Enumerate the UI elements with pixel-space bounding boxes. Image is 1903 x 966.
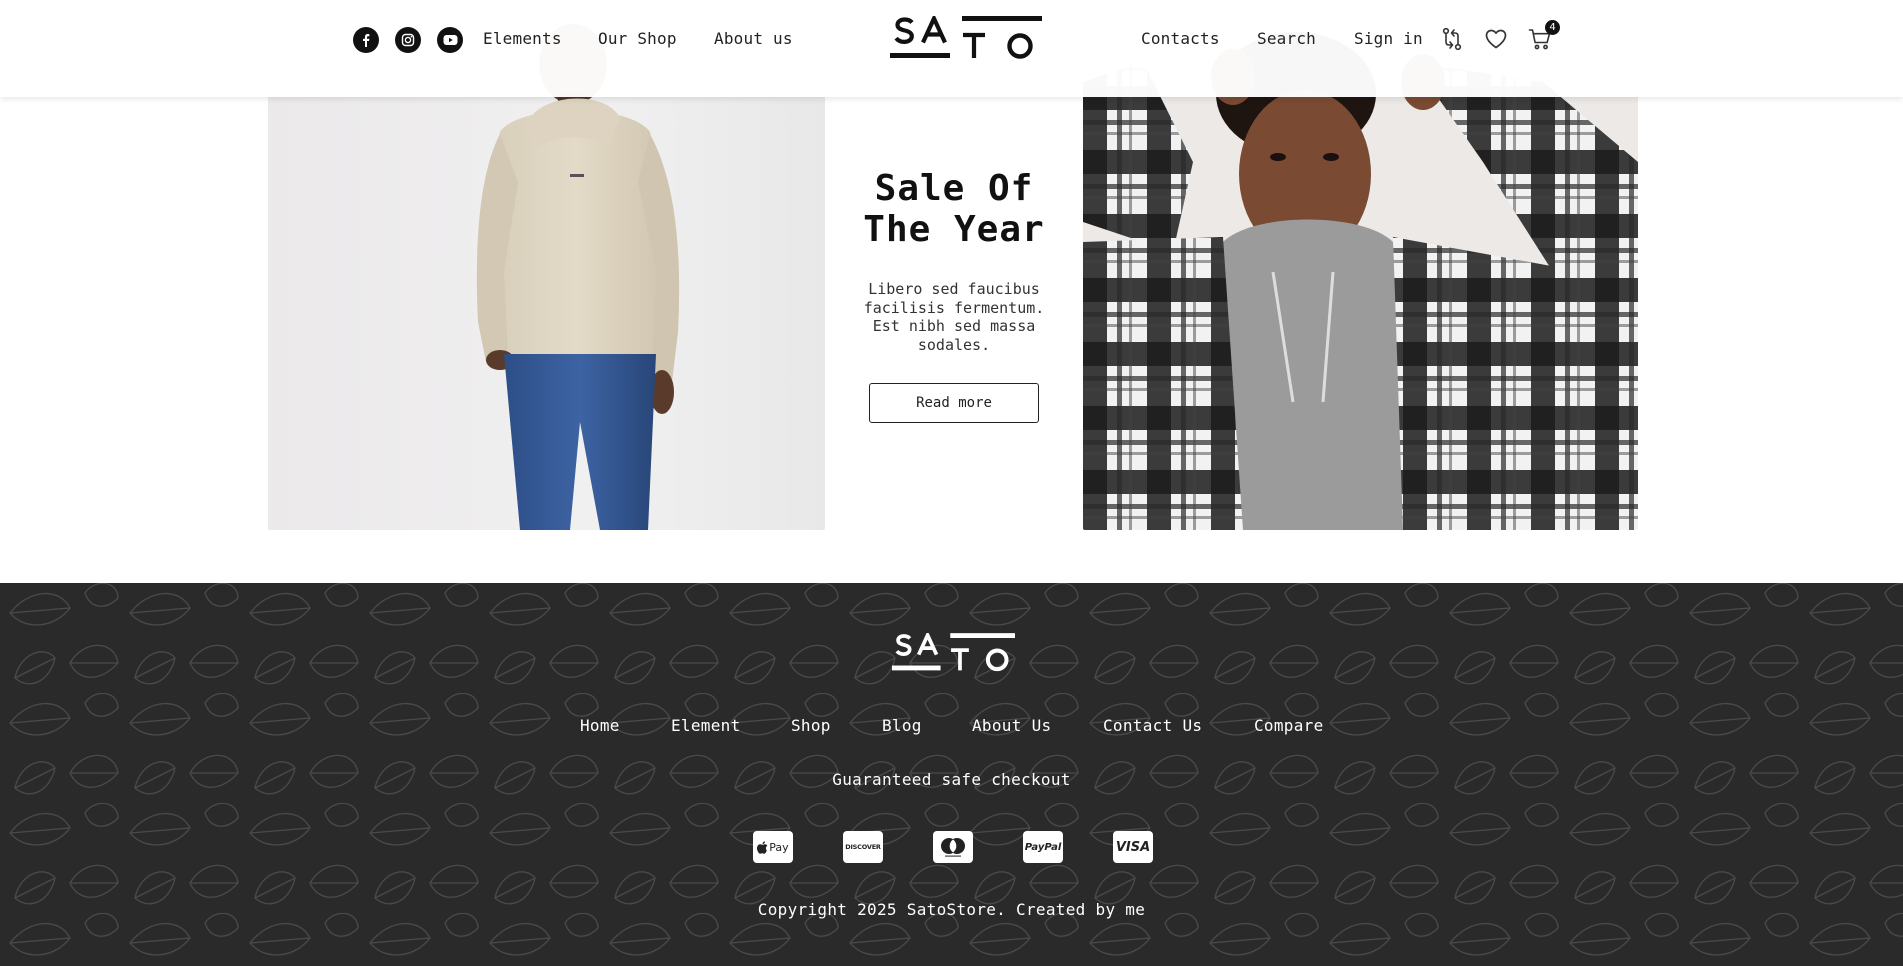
sale-title-line1: Sale Of <box>874 168 1034 209</box>
footer-logo[interactable] <box>892 630 1015 677</box>
sale-text-line1: Libero sed faucibus <box>868 280 1040 298</box>
apple-pay-icon: Pay <box>753 831 793 863</box>
footer-nav-shop[interactable]: Shop <box>791 716 831 735</box>
copyright-text: Copyright 2025 SatoStore. Created by me <box>757 900 1146 919</box>
visa-label: VISA <box>1115 839 1151 855</box>
footer-nav-compare[interactable]: Compare <box>1254 716 1324 735</box>
nav-elements[interactable]: Elements <box>483 29 562 48</box>
heart-icon[interactable] <box>1483 26 1509 52</box>
discover-label: DISCOVER <box>845 843 881 851</box>
footer-nav-blog[interactable]: Blog <box>882 716 922 735</box>
safe-checkout-label: Guaranteed safe checkout <box>832 770 1071 789</box>
read-more-button[interactable]: Read more <box>869 383 1039 423</box>
mastercard-icon <box>933 831 973 863</box>
nav-our-shop[interactable]: Our Shop <box>598 29 677 48</box>
nav-about-us[interactable]: About us <box>714 29 793 48</box>
sale-title: Sale Of The Year <box>826 168 1082 250</box>
footer-nav-element[interactable]: Element <box>671 716 741 735</box>
nav-sign-in[interactable]: Sign in <box>1354 29 1423 48</box>
sale-text-line4: sodales. <box>917 335 991 354</box>
nav-contacts[interactable]: Contacts <box>1141 29 1220 48</box>
sale-text-line3: Est nibh sed massa <box>872 317 1036 335</box>
sale-title-line2: The Year <box>863 209 1045 250</box>
discover-icon: DISCOVER <box>843 831 883 863</box>
hoodie-model-photo[interactable] <box>268 22 825 530</box>
paypal-label: PayPal <box>1024 841 1062 853</box>
site-logo[interactable] <box>890 13 1042 60</box>
instagram-icon[interactable] <box>395 27 421 53</box>
visa-icon: VISA <box>1113 831 1153 863</box>
facebook-icon[interactable] <box>353 27 379 53</box>
youtube-icon[interactable] <box>437 27 463 53</box>
paypal-icon: PayPal <box>1023 831 1063 863</box>
cart-count-badge: 4 <box>1545 20 1560 35</box>
sale-description: Libero sed faucibus facilisis fermentum.… <box>846 280 1062 354</box>
footer-nav-about-us[interactable]: About Us <box>972 716 1051 735</box>
footer-nav-contact-us[interactable]: Contact Us <box>1103 716 1202 735</box>
site-footer: Home Element Shop Blog About Us Contact … <box>0 583 1903 966</box>
footer-nav-home[interactable]: Home <box>580 716 620 735</box>
sale-text-line2: facilisis fermentum. <box>863 298 1045 317</box>
flannel-model-photo[interactable] <box>1083 22 1638 530</box>
nav-search[interactable]: Search <box>1257 29 1316 48</box>
compare-icon[interactable] <box>1439 26 1465 52</box>
apple-pay-label: Pay <box>769 840 789 854</box>
site-header: Elements Our Shop About us Contacts Sear… <box>0 0 1903 97</box>
